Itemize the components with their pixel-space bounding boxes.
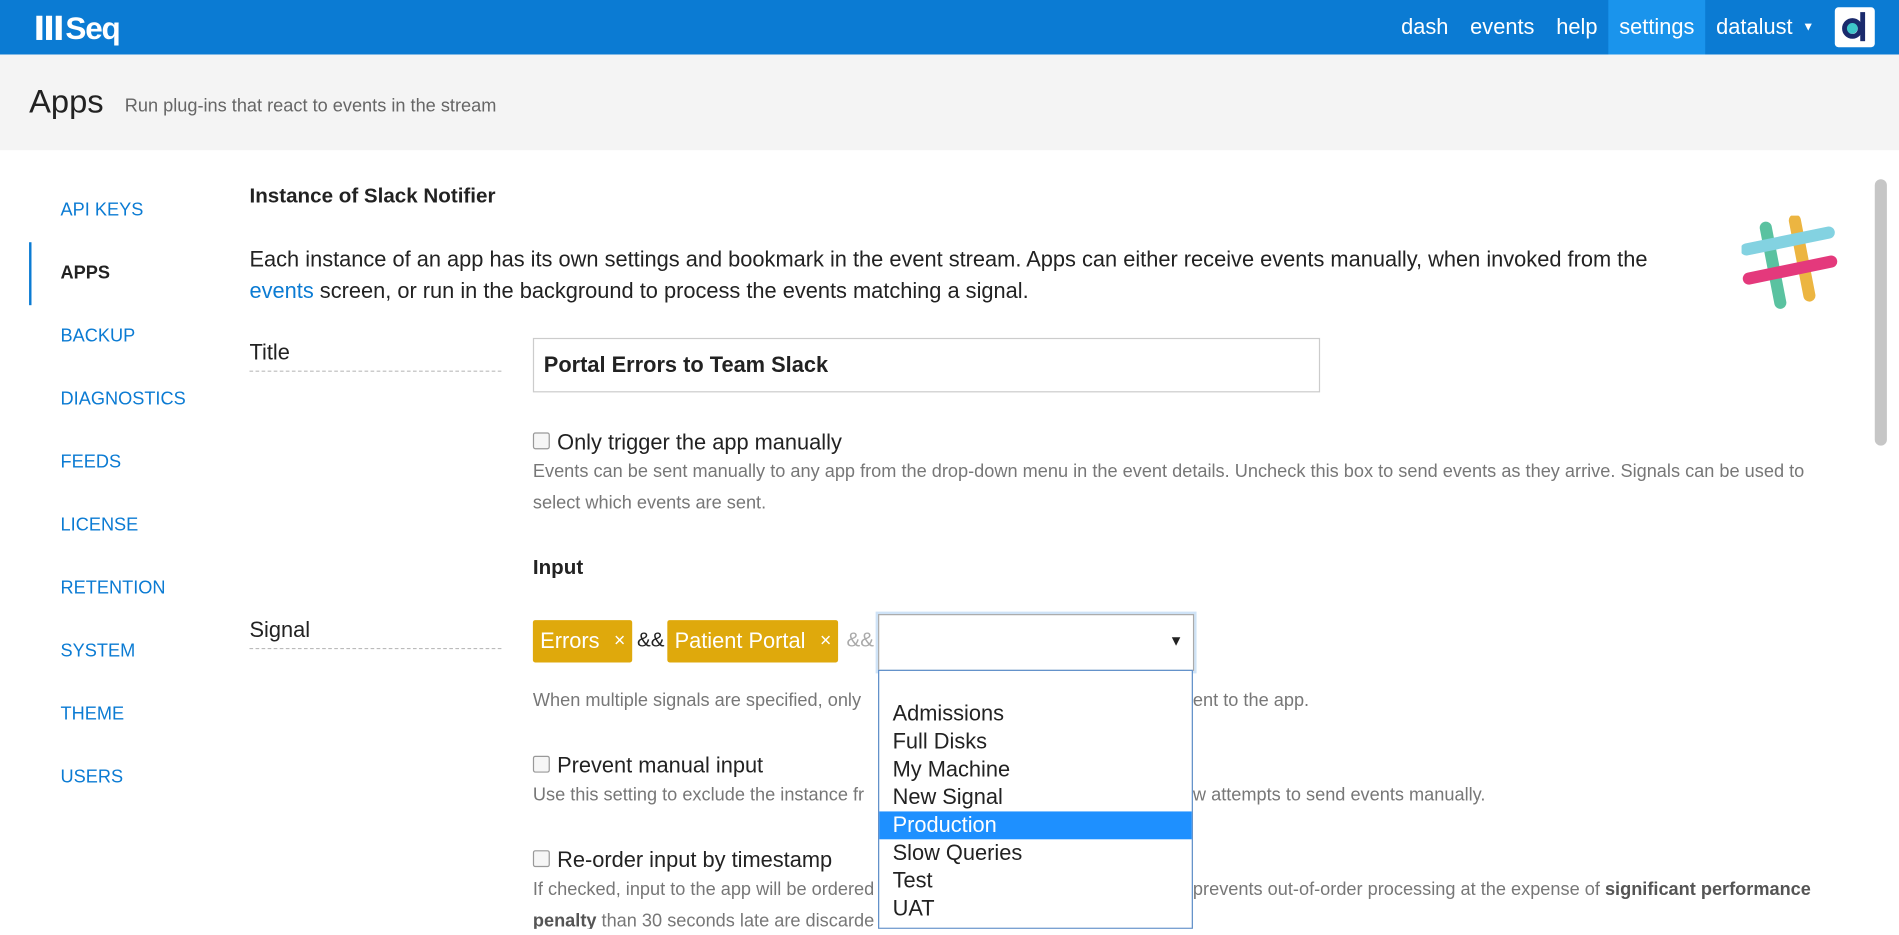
page-subtitle: Run plug-ins that react to events in the… <box>124 95 497 117</box>
intro-text: Each instance of an app has its own sett… <box>249 247 1648 303</box>
title-label: Title <box>249 340 502 372</box>
sidebar-item-license[interactable]: LICENSE <box>29 494 223 557</box>
reorder-help-right: prevents out-of-order processing at the … <box>1192 879 1811 900</box>
slack-logo-icon <box>1741 215 1838 309</box>
signal-select[interactable]: ▼ <box>878 614 1195 671</box>
manual-trigger-help: Events can be sent manually to any app f… <box>532 461 1805 514</box>
prevent-manual-help-right: w attempts to send events manually. <box>1192 784 1486 806</box>
nav-settings[interactable]: settings <box>1608 0 1706 55</box>
sidebar-item-retention[interactable]: RETENTION <box>29 557 223 620</box>
reorder-label: Re-order input by timestamp <box>557 847 833 872</box>
signal-tag-label: Errors <box>540 628 600 653</box>
prevent-manual-label: Prevent manual input <box>557 753 764 778</box>
page-scrollbar[interactable] <box>1874 179 1890 446</box>
top-bar: Seq dash events help settings datalust ▼ <box>0 0 1899 55</box>
sidebar-item-backup[interactable]: BACKUP <box>29 305 223 368</box>
dropdown-option[interactable]: Test <box>879 867 1191 895</box>
sidebar-item-system[interactable]: SYSTEM <box>29 620 223 683</box>
signal-help-right: ent to the app. <box>1192 690 1310 711</box>
app-instance-heading: Instance of Slack Notifier <box>249 184 496 208</box>
user-name: datalust <box>1716 14 1793 39</box>
remove-tag-icon[interactable]: × <box>820 620 831 662</box>
signal-tag-patient-portal[interactable]: Patient Portal × <box>667 620 839 663</box>
prevent-manual-checkbox[interactable] <box>532 755 550 773</box>
caret-down-icon: ▼ <box>1802 20 1815 34</box>
title-input[interactable]: Portal Errors to Team Slack <box>532 337 1321 393</box>
manual-trigger-checkbox-row[interactable]: Only trigger the app manually <box>532 429 842 455</box>
signal-label: Signal <box>249 618 502 650</box>
sidebar-item-apps[interactable]: APPS <box>29 242 223 306</box>
logo-text: Seq <box>65 9 120 46</box>
sidebar-item-diagnostics[interactable]: DIAGNOSTICS <box>29 368 223 431</box>
sidebar-item-theme[interactable]: THEME <box>29 683 223 746</box>
sidebar-item-feeds[interactable]: FEEDS <box>29 431 223 494</box>
seq-logo[interactable]: Seq <box>36 9 121 46</box>
sidebar: API KEYS APPS BACKUP DIAGNOSTICS FEEDS L… <box>29 179 223 809</box>
dropdown-option[interactable]: New Signal <box>879 784 1191 812</box>
reorder-checkbox-row[interactable]: Re-order input by timestamp <box>532 847 833 873</box>
dropdown-option[interactable]: Full Disks <box>879 728 1191 756</box>
dropdown-arrow-icon: ▼ <box>1168 632 1184 650</box>
main-content: Instance of Slack Notifier Each instance… <box>249 150 1872 929</box>
user-menu[interactable]: datalust ▼ <box>1705 0 1825 54</box>
signal-tag-label: Patient Portal <box>674 628 806 653</box>
and-operator: && <box>637 628 665 652</box>
manual-trigger-label: Only trigger the app manually <box>557 429 842 455</box>
sidebar-item-api-keys[interactable]: API KEYS <box>29 179 223 242</box>
signal-dropdown-list: Admissions Full Disks My Machine New Sig… <box>878 669 1193 929</box>
remove-tag-icon[interactable]: × <box>614 620 625 662</box>
manual-trigger-checkbox[interactable] <box>532 431 550 449</box>
page-header: Apps Run plug-ins that react to events i… <box>0 54 1899 151</box>
input-heading: Input <box>532 555 584 579</box>
scrollbar-thumb[interactable] <box>1874 179 1887 446</box>
reorder-checkbox[interactable] <box>532 849 550 867</box>
and-operator: && <box>846 628 875 652</box>
dropdown-option[interactable]: Slow Queries <box>879 839 1191 867</box>
nav-events[interactable]: events <box>1459 0 1545 54</box>
nav-dash[interactable]: dash <box>1390 0 1459 54</box>
dropdown-option-selected[interactable]: Production <box>879 811 1192 840</box>
prevent-manual-checkbox-row[interactable]: Prevent manual input <box>532 753 764 778</box>
nav-help[interactable]: help <box>1545 0 1608 54</box>
dropdown-option[interactable]: My Machine <box>879 756 1191 784</box>
signal-tag-errors[interactable]: Errors × <box>532 620 633 663</box>
page-title: Apps <box>29 83 104 120</box>
dropdown-option[interactable]: Admissions <box>879 700 1191 728</box>
sidebar-item-users[interactable]: USERS <box>29 746 223 809</box>
avatar[interactable] <box>1834 7 1875 48</box>
top-nav: dash events help settings datalust ▼ <box>1390 0 1899 55</box>
dropdown-option[interactable]: UAT <box>879 895 1191 923</box>
events-link[interactable]: events <box>249 279 313 303</box>
logo-bars-icon <box>36 15 62 40</box>
